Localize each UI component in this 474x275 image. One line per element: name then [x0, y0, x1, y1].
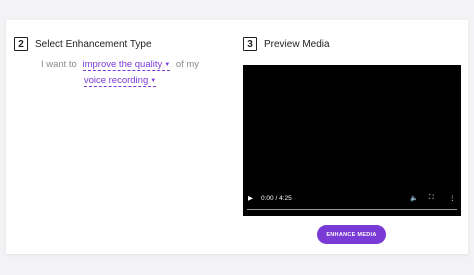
video-progress-bar[interactable] [247, 209, 457, 210]
chevron-down-icon: ▼ [150, 78, 157, 84]
play-icon[interactable]: ▶ [248, 194, 253, 202]
fullscreen-icon[interactable]: ⛶ [429, 194, 434, 202]
media-type-value: voice recording [83, 75, 149, 86]
more-options-icon[interactable]: ⋮ [449, 194, 456, 202]
step-2-number: 2 [14, 37, 28, 51]
step-2-header: 2 Select Enhancement Type [14, 37, 152, 51]
media-type-dropdown[interactable]: voice recording ▼ [83, 75, 157, 87]
enhancement-type-dropdown[interactable]: improve the quality ▼ [82, 59, 171, 71]
step-2-title: Select Enhancement Type [35, 38, 152, 50]
video-time: 0:00 / 4:25 [261, 195, 292, 202]
step-3-title: Preview Media [264, 38, 330, 50]
step-3-number: 3 [243, 37, 257, 51]
enhancement-type-value: improve the quality [82, 59, 163, 70]
sentence-middle: of my [175, 59, 200, 70]
step-3-header: 3 Preview Media [243, 37, 330, 51]
enhancement-sentence: I want to improve the quality ▼ of my voi… [20, 57, 220, 89]
sentence-prefix: I want to [40, 59, 77, 70]
enhance-media-button[interactable]: ENHANCE MEDIA [317, 225, 386, 244]
chevron-down-icon: ▼ [164, 62, 171, 68]
volume-icon[interactable]: 🔈 [410, 194, 418, 202]
